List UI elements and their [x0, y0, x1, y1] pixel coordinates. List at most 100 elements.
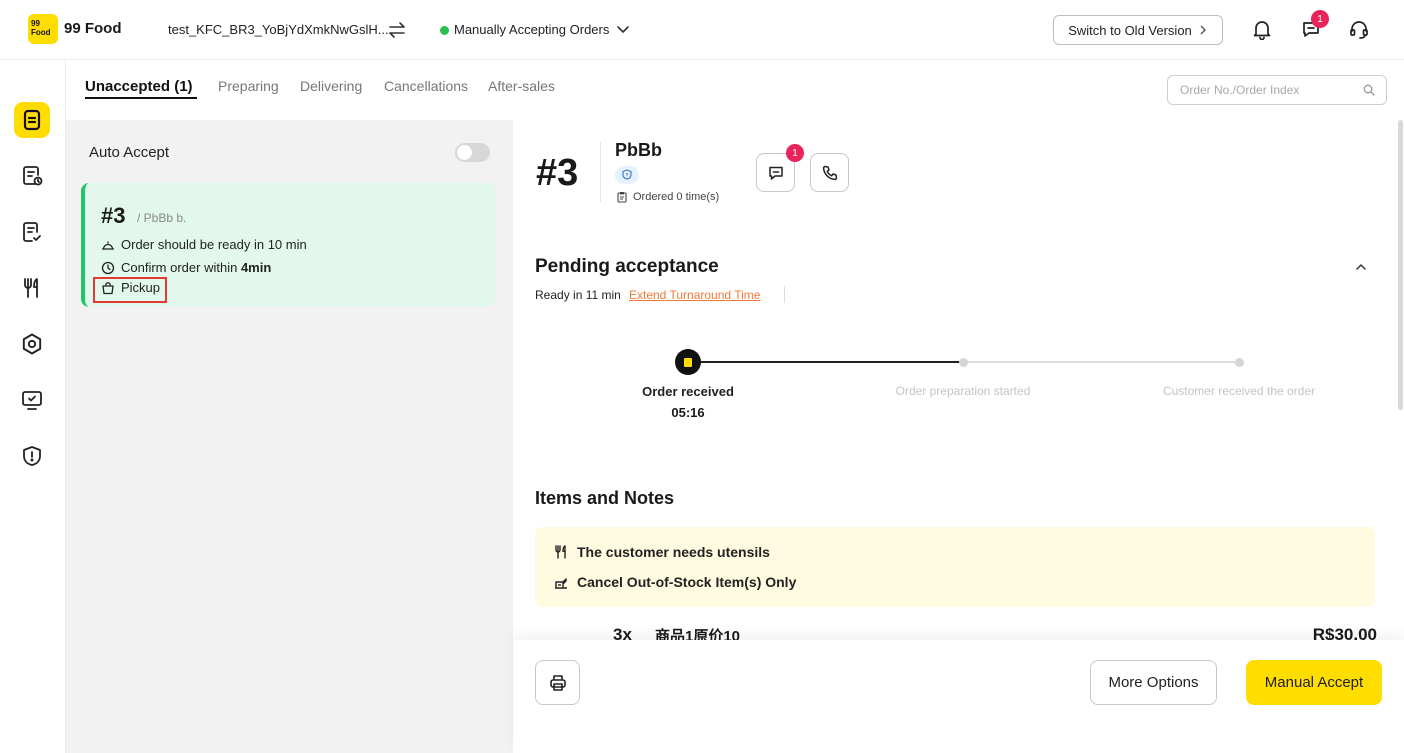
- order-card-number: #3: [101, 203, 126, 228]
- utensils-icon: [555, 545, 566, 559]
- timeline-step-customer-received: [1235, 358, 1244, 367]
- brand-name: 99 Food: [64, 20, 122, 37]
- monitor-check-icon: [22, 391, 42, 410]
- accepting-status[interactable]: Manually Accepting Orders: [454, 22, 609, 37]
- ready-time-line: Order should be ready in 10 min: [101, 237, 307, 252]
- chevron-down-icon[interactable]: [615, 21, 631, 37]
- clipboard-icon: [684, 358, 692, 367]
- order-card-customer: / PbBb b.: [137, 211, 187, 225]
- order-tabs: Unaccepted (1) Preparing Delivering Canc…: [66, 60, 1404, 120]
- switch-old-version-label: Switch to Old Version: [1068, 22, 1192, 38]
- manual-accept-button[interactable]: Manual Accept: [1246, 660, 1382, 705]
- timeline-label-preparation: Order preparation started: [895, 384, 1031, 398]
- order-detail-panel: #3 PbBb Ordered 0 time(s) 1 Pending acce…: [513, 120, 1404, 640]
- verified-badge: [615, 166, 639, 184]
- printer-icon: [549, 674, 566, 691]
- tab-delivering[interactable]: Delivering: [300, 78, 362, 94]
- phone-icon: [822, 165, 837, 180]
- note-utensils: The customer needs utensils: [553, 544, 770, 560]
- order-search-input[interactable]: [1167, 75, 1387, 105]
- notes-box: The customer needs utensils Cancel Out-o…: [535, 527, 1375, 607]
- shield-icon: [622, 169, 632, 180]
- headset-icon[interactable]: [1348, 18, 1370, 40]
- gear-icon: [22, 333, 42, 355]
- shield-alert-icon: [23, 446, 41, 466]
- swap-icon[interactable]: [387, 20, 407, 40]
- tab-cancellations[interactable]: Cancellations: [384, 78, 468, 94]
- chat-badge: 1: [786, 144, 804, 162]
- sidebar-item-settings[interactable]: [14, 326, 50, 362]
- more-options-button[interactable]: More Options: [1090, 660, 1217, 705]
- action-footer: More Options Manual Accept: [513, 640, 1404, 753]
- sidebar-item-security[interactable]: [14, 438, 50, 474]
- timeline-progress-line: [688, 361, 963, 363]
- call-button[interactable]: [810, 153, 849, 192]
- ready-divider: [784, 286, 785, 303]
- timeline-label-customer-received: Customer received the order: [1162, 384, 1316, 398]
- note-utensils-text: The customer needs utensils: [577, 544, 770, 560]
- extend-turnaround-link[interactable]: Extend Turnaround Time: [629, 288, 760, 302]
- toggle-knob: [457, 145, 472, 160]
- note-out-of-stock-text: Cancel Out-of-Stock Item(s) Only: [577, 574, 797, 590]
- timeline-step-received: [675, 349, 701, 375]
- sidebar-item-monitor[interactable]: [14, 382, 50, 418]
- timeline-step-preparation: [959, 358, 968, 367]
- store-name[interactable]: test_KFC_BR3_YoBjYdXmkNwGslH...: [168, 22, 389, 37]
- order-card[interactable]: #3 / PbBb b. Order should be ready in 10…: [81, 183, 495, 307]
- ordered-times: Ordered 0 time(s): [616, 191, 719, 203]
- bell-icon[interactable]: [1251, 18, 1273, 40]
- utensils-icon: [24, 278, 38, 298]
- order-number: #3: [536, 152, 579, 194]
- item-quantity: 3x: [613, 625, 632, 640]
- sidebar-item-order-history[interactable]: [14, 158, 50, 194]
- customer-name: PbBb: [615, 140, 662, 160]
- order-list-panel: Auto Accept #3 / PbBb b. Order should be…: [66, 120, 513, 753]
- switch-old-version-button[interactable]: Switch to Old Version: [1053, 15, 1223, 45]
- sidebar-item-reviews[interactable]: [14, 214, 50, 250]
- pending-acceptance-title: Pending acceptance: [535, 256, 719, 277]
- tab-unaccepted[interactable]: Unaccepted (1): [85, 78, 193, 95]
- orders-icon: [23, 109, 41, 131]
- chat-icon: [768, 166, 783, 180]
- tab-after-sales[interactable]: After-sales: [488, 78, 555, 94]
- chevron-right-icon: [1200, 25, 1206, 35]
- auto-accept-toggle[interactable]: [455, 143, 490, 162]
- confirm-time: 4min: [240, 260, 272, 275]
- active-tab-underline: [85, 97, 197, 99]
- pickup-highlight-box: [93, 277, 167, 303]
- status-dot: [440, 26, 449, 35]
- note-out-of-stock: Cancel Out-of-Stock Item(s) Only: [553, 574, 796, 590]
- sidebar-item-orders[interactable]: [14, 102, 50, 138]
- receipt-clock-icon: [23, 166, 43, 186]
- top-bar: 99 Food 99 Food test_KFC_BR3_YoBjYdXmkNwG…: [0, 0, 1404, 60]
- item-price: R$30,00: [1312, 625, 1377, 640]
- order-item-row: 3x 商品1原价10 R$30,00: [535, 625, 1377, 640]
- items-notes-title: Items and Notes: [535, 488, 675, 508]
- timeline-remaining-line: [963, 361, 1239, 363]
- app-logo: 99 Food: [28, 14, 58, 44]
- auto-accept-label: Auto Accept: [89, 144, 170, 161]
- box-icon: [555, 578, 567, 589]
- print-button[interactable]: [535, 660, 580, 705]
- sidebar-item-menu[interactable]: [14, 270, 50, 306]
- detail-scrollbar[interactable]: [1398, 120, 1403, 410]
- ready-in-text: Ready in 11 min: [535, 288, 621, 302]
- timeline-time-received: 05:16: [671, 405, 705, 420]
- search-icon[interactable]: [1363, 84, 1375, 96]
- chevron-up-icon[interactable]: [1354, 260, 1368, 274]
- checklist-icon: [23, 222, 41, 242]
- header-divider: [600, 142, 601, 202]
- ready-time-text: Order should be ready in 10 min: [121, 237, 307, 252]
- clock-icon: [101, 261, 115, 274]
- confirm-time-line: Confirm order within 4min: [101, 260, 271, 275]
- timeline-label-received: Order received: [642, 384, 734, 399]
- confirm-prefix: Confirm order within: [121, 260, 241, 275]
- order-progress-timeline: Order received 05:16 Order preparation s…: [513, 348, 1404, 428]
- ordered-times-text: Ordered 0 time(s): [633, 191, 720, 203]
- cloche-icon: [101, 240, 115, 250]
- message-badge: 1: [1311, 10, 1329, 28]
- clipboard-icon: [617, 191, 627, 203]
- sidebar: [0, 60, 66, 753]
- tab-preparing[interactable]: Preparing: [218, 78, 279, 94]
- item-name: 商品1原价10: [655, 628, 741, 640]
